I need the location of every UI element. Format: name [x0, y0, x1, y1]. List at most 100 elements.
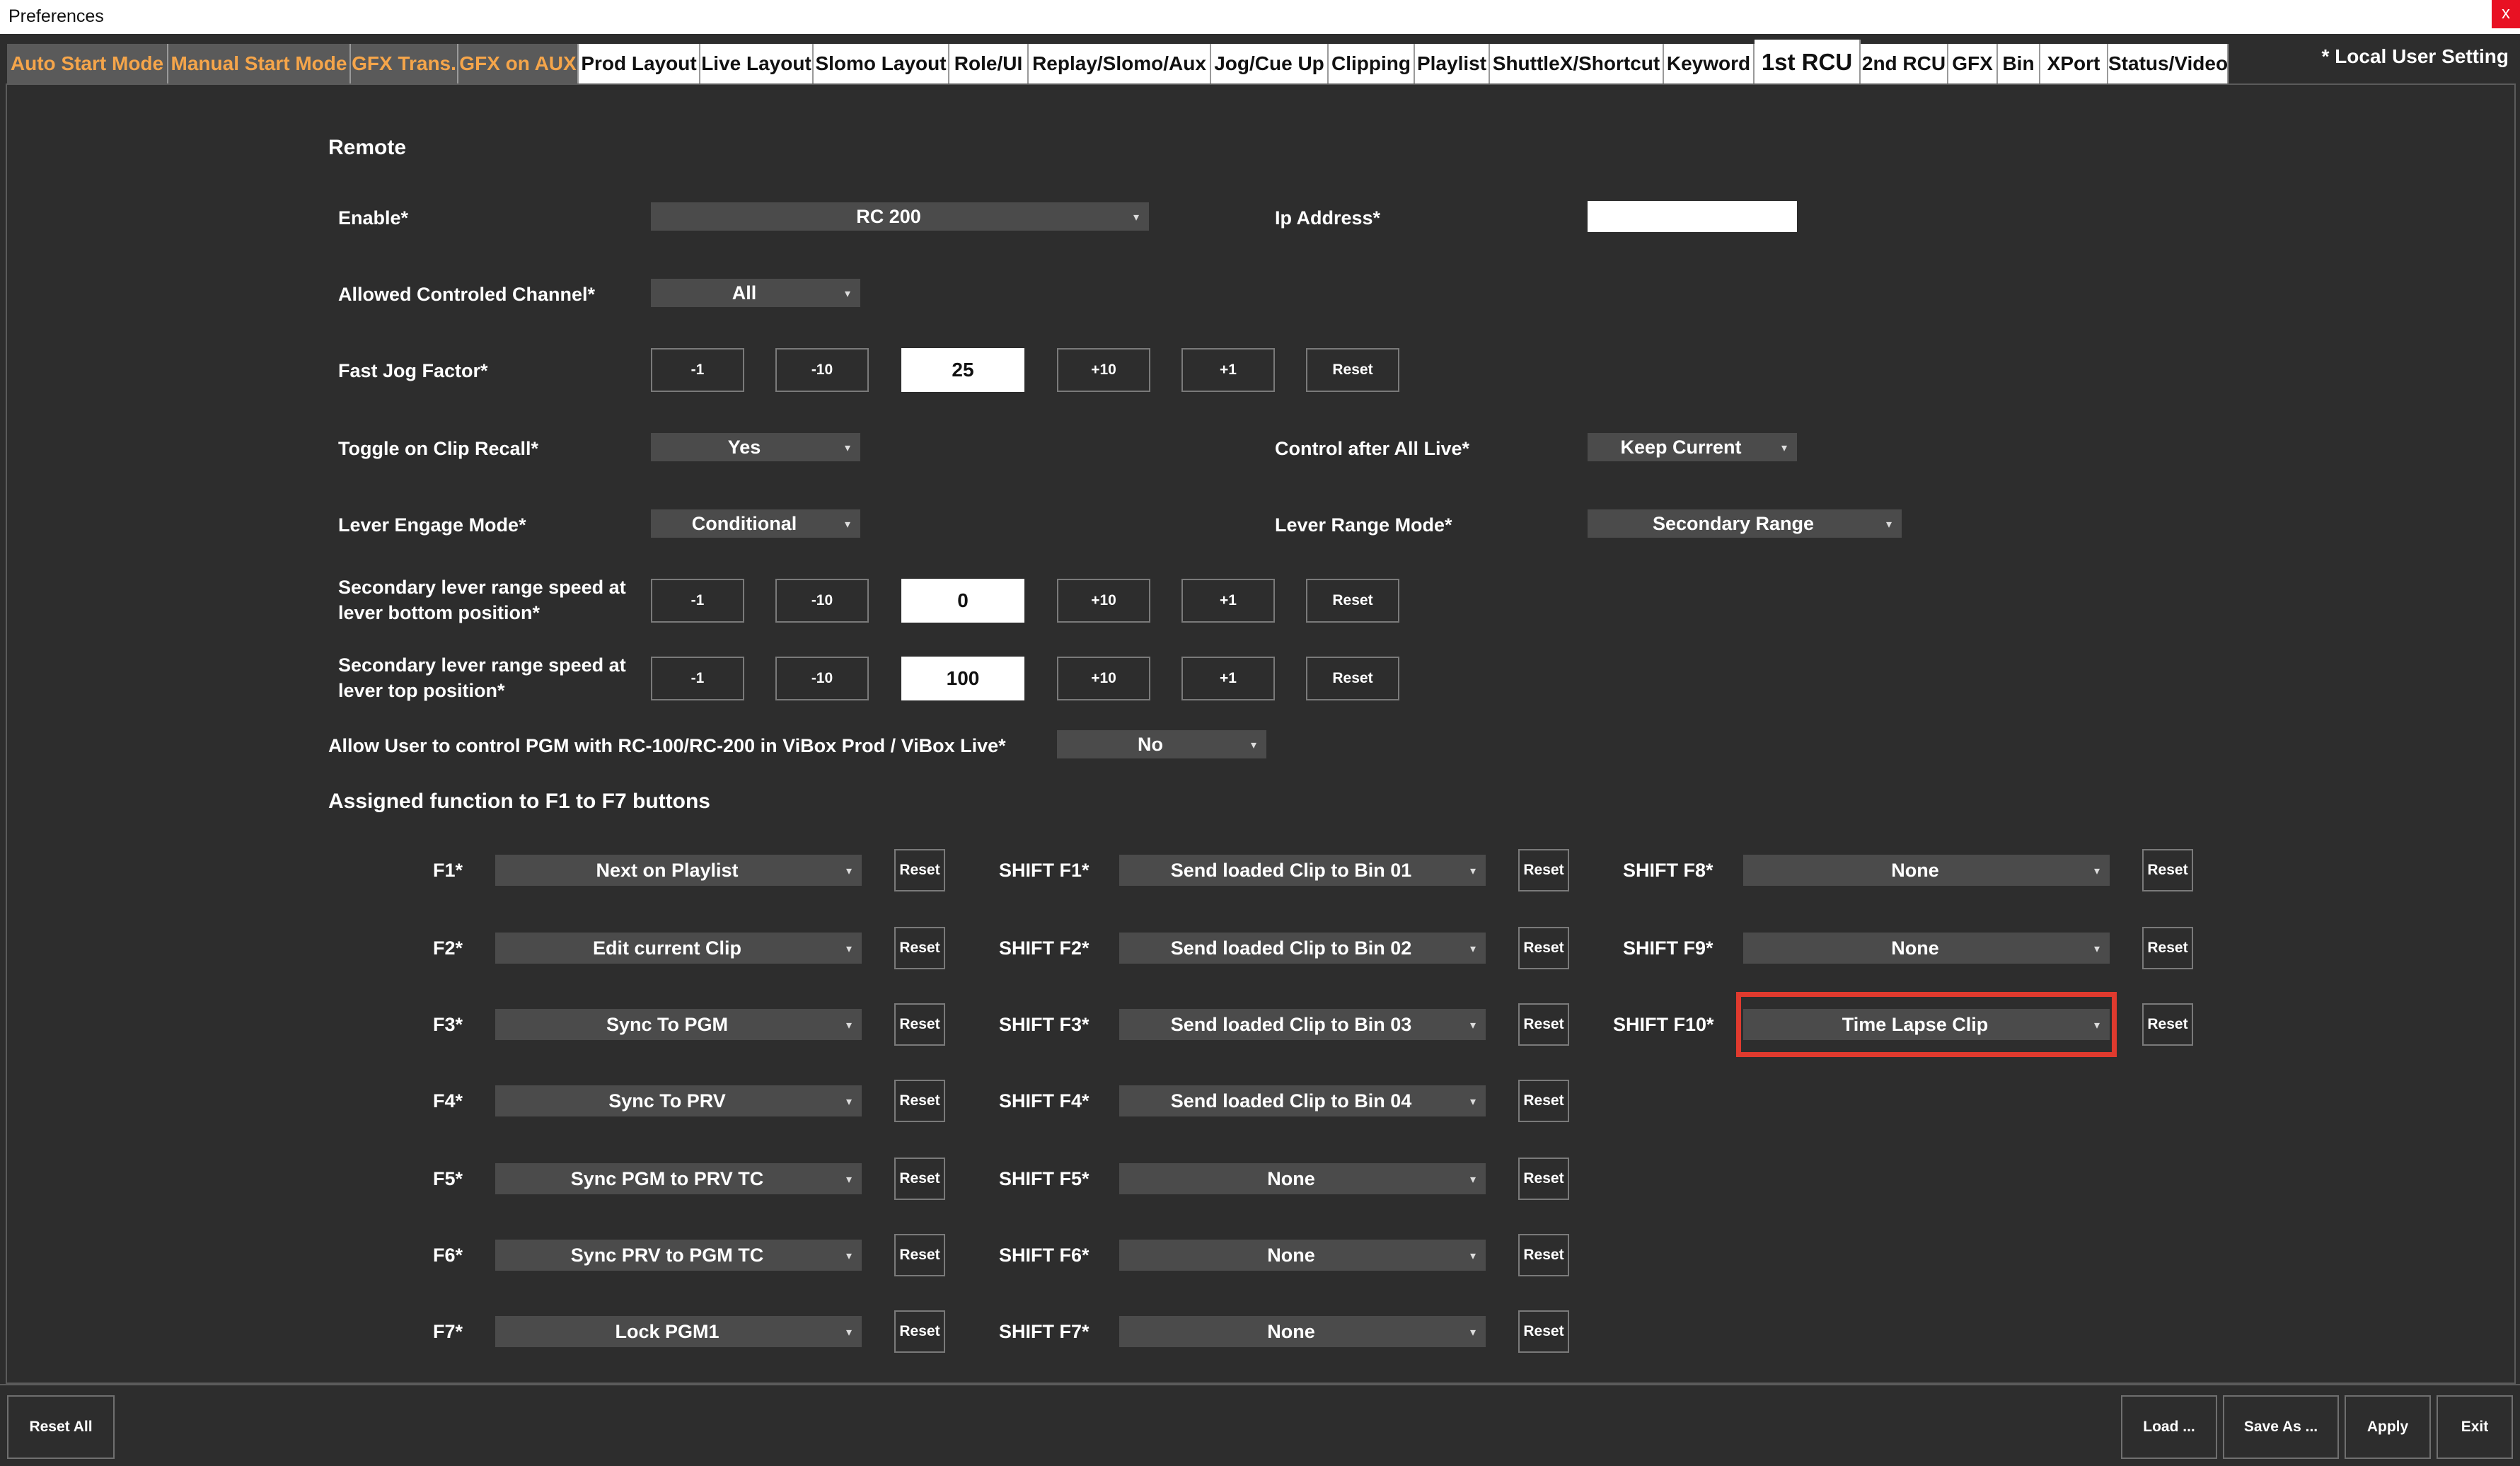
sec-bottom-plus1-button[interactable]: +1: [1181, 579, 1275, 623]
tab-gfx-trans[interactable]: GFX Trans.: [351, 44, 458, 83]
sec-top-value[interactable]: 100: [901, 657, 1024, 700]
allow-pgm-select[interactable]: No ▾: [1057, 730, 1266, 758]
tab-playlist[interactable]: Playlist: [1415, 44, 1490, 83]
f1-reset-button[interactable]: Reset: [894, 849, 945, 891]
ip-address-input[interactable]: [1588, 201, 1797, 232]
f4-select[interactable]: Sync To PRV ▾: [495, 1085, 862, 1116]
control-after-live-select[interactable]: Keep Current ▾: [1588, 433, 1797, 461]
sec-top-minus10-button[interactable]: -10: [775, 657, 869, 700]
toggle-recall-value: Yes: [727, 437, 761, 458]
lever-engage-select[interactable]: Conditional ▾: [651, 509, 860, 538]
shift-f6-select[interactable]: None ▾: [1119, 1240, 1486, 1271]
shift-f8-reset-button[interactable]: Reset: [2142, 849, 2193, 891]
tab-1st-rcu[interactable]: 1st RCU: [1755, 40, 1861, 85]
close-button[interactable]: x: [2492, 0, 2520, 28]
sec-bottom-value[interactable]: 0: [901, 579, 1024, 623]
allowed-channel-label: Allowed Controled Channel*: [338, 284, 596, 305]
tab-gfx[interactable]: GFX: [1948, 44, 1998, 83]
fast-jog-value[interactable]: 25: [901, 348, 1024, 392]
tab-status-video[interactable]: Status/Video: [2108, 44, 2229, 83]
tab-live-layout[interactable]: Live Layout: [700, 44, 814, 83]
chevron-down-icon: ▾: [845, 865, 852, 878]
shift-f7-reset-button[interactable]: Reset: [1518, 1310, 1569, 1353]
f2-select[interactable]: Edit current Clip ▾: [495, 933, 862, 964]
shift-f6-value: None: [1267, 1245, 1315, 1266]
sec-bottom-minus10-button[interactable]: -10: [775, 579, 869, 623]
shift-f7-select[interactable]: None ▾: [1119, 1316, 1486, 1347]
f2-label: F2*: [433, 937, 463, 959]
shift-f1-reset-button[interactable]: Reset: [1518, 849, 1569, 891]
f4-reset-button[interactable]: Reset: [894, 1080, 945, 1122]
chevron-down-icon: ▾: [845, 1096, 852, 1109]
tab-auto-start-mode[interactable]: Auto Start Mode: [7, 44, 168, 83]
shift-f3-select[interactable]: Send loaded Clip to Bin 03 ▾: [1119, 1009, 1486, 1040]
shift-f4-select[interactable]: Send loaded Clip to Bin 04 ▾: [1119, 1085, 1486, 1116]
f7-reset-button[interactable]: Reset: [894, 1310, 945, 1353]
f3-select[interactable]: Sync To PGM ▾: [495, 1009, 862, 1040]
shift-f5-reset-button[interactable]: Reset: [1518, 1158, 1569, 1200]
shift-f1-value: Send loaded Clip to Bin 01: [1170, 860, 1412, 881]
f3-reset-button[interactable]: Reset: [894, 1003, 945, 1046]
fast-jog-plus1-button[interactable]: +1: [1181, 348, 1275, 392]
f6-reset-button[interactable]: Reset: [894, 1234, 945, 1276]
fast-jog-plus10-button[interactable]: +10: [1057, 348, 1150, 392]
chevron-down-icon: ▾: [845, 1174, 852, 1187]
sec-top-reset-button[interactable]: Reset: [1306, 657, 1399, 700]
shift-f4-label: SHIFT F4*: [999, 1090, 1090, 1112]
tab-2nd-rcu[interactable]: 2nd RCU: [1861, 44, 1948, 83]
f2-reset-button[interactable]: Reset: [894, 927, 945, 969]
tab-bin[interactable]: Bin: [1998, 44, 2040, 83]
tab-keyword[interactable]: Keyword: [1664, 44, 1755, 83]
shift-f8-select[interactable]: None ▾: [1743, 855, 2110, 886]
sec-bottom-plus10-button[interactable]: +10: [1057, 579, 1150, 623]
shift-f5-select[interactable]: None ▾: [1119, 1163, 1486, 1194]
lever-range-select[interactable]: Secondary Range ▾: [1588, 509, 1902, 538]
tab-clipping[interactable]: Clipping: [1329, 44, 1415, 83]
shift-f3-reset-button[interactable]: Reset: [1518, 1003, 1569, 1046]
tab-gfx-on-aux[interactable]: GFX on AUX: [458, 44, 579, 83]
sec-top-plus1-button[interactable]: +1: [1181, 657, 1275, 700]
enable-select[interactable]: RC 200 ▾: [651, 202, 1149, 231]
toggle-recall-select[interactable]: Yes ▾: [651, 433, 860, 461]
control-after-live-label: Control after All Live*: [1275, 438, 1470, 459]
chevron-down-icon: ▾: [845, 943, 852, 956]
tab-role-ui[interactable]: Role/UI: [949, 44, 1029, 83]
tab-xport[interactable]: XPort: [2040, 44, 2108, 83]
allowed-channel-select[interactable]: All ▾: [651, 279, 860, 307]
reset-all-button[interactable]: Reset All: [7, 1395, 115, 1459]
fast-jog-minus10-button[interactable]: -10: [775, 348, 869, 392]
sec-top-minus1-button[interactable]: -1: [651, 657, 744, 700]
shift-f9-select[interactable]: None ▾: [1743, 933, 2110, 964]
f7-select[interactable]: Lock PGM1 ▾: [495, 1316, 862, 1347]
shift-f9-reset-button[interactable]: Reset: [2142, 927, 2193, 969]
tab-manual-start-mode[interactable]: Manual Start Mode: [168, 44, 351, 83]
tab-slomo-layout[interactable]: Slomo Layout: [814, 44, 949, 83]
tab-shuttlex-shortcut[interactable]: ShuttleX/Shortcut: [1490, 44, 1664, 83]
sec-bottom-reset-button[interactable]: Reset: [1306, 579, 1399, 623]
fast-jog-reset-button[interactable]: Reset: [1306, 348, 1399, 392]
shift-f10-reset-button[interactable]: Reset: [2142, 1003, 2193, 1046]
tab-replay-slomo-aux[interactable]: Replay/Slomo/Aux: [1029, 44, 1211, 83]
sec-top-plus10-button[interactable]: +10: [1057, 657, 1150, 700]
shift-f4-reset-button[interactable]: Reset: [1518, 1080, 1569, 1122]
shift-f2-select[interactable]: Send loaded Clip to Bin 02 ▾: [1119, 933, 1486, 964]
shift-f1-select[interactable]: Send loaded Clip to Bin 01 ▾: [1119, 855, 1486, 886]
apply-button[interactable]: Apply: [2345, 1395, 2431, 1459]
shift-f6-reset-button[interactable]: Reset: [1518, 1234, 1569, 1276]
f5-reset-button[interactable]: Reset: [894, 1158, 945, 1200]
sec-bottom-minus1-button[interactable]: -1: [651, 579, 744, 623]
f5-select[interactable]: Sync PGM to PRV TC ▾: [495, 1163, 862, 1194]
f1-select[interactable]: Next on Playlist ▾: [495, 855, 862, 886]
save-as-button[interactable]: Save As ...: [2223, 1395, 2339, 1459]
f7-label: F7*: [433, 1321, 463, 1342]
fast-jog-minus1-button[interactable]: -1: [651, 348, 744, 392]
f3-label: F3*: [433, 1014, 463, 1035]
f6-select[interactable]: Sync PRV to PGM TC ▾: [495, 1240, 862, 1271]
chevron-down-icon: ▾: [845, 1327, 852, 1339]
load-button[interactable]: Load ...: [2121, 1395, 2217, 1459]
shift-f7-value: None: [1267, 1321, 1315, 1342]
tab-jog-cue-up[interactable]: Jog/Cue Up: [1211, 44, 1329, 83]
exit-button[interactable]: Exit: [2437, 1395, 2513, 1459]
tab-prod-layout[interactable]: Prod Layout: [579, 44, 700, 83]
shift-f2-reset-button[interactable]: Reset: [1518, 927, 1569, 969]
